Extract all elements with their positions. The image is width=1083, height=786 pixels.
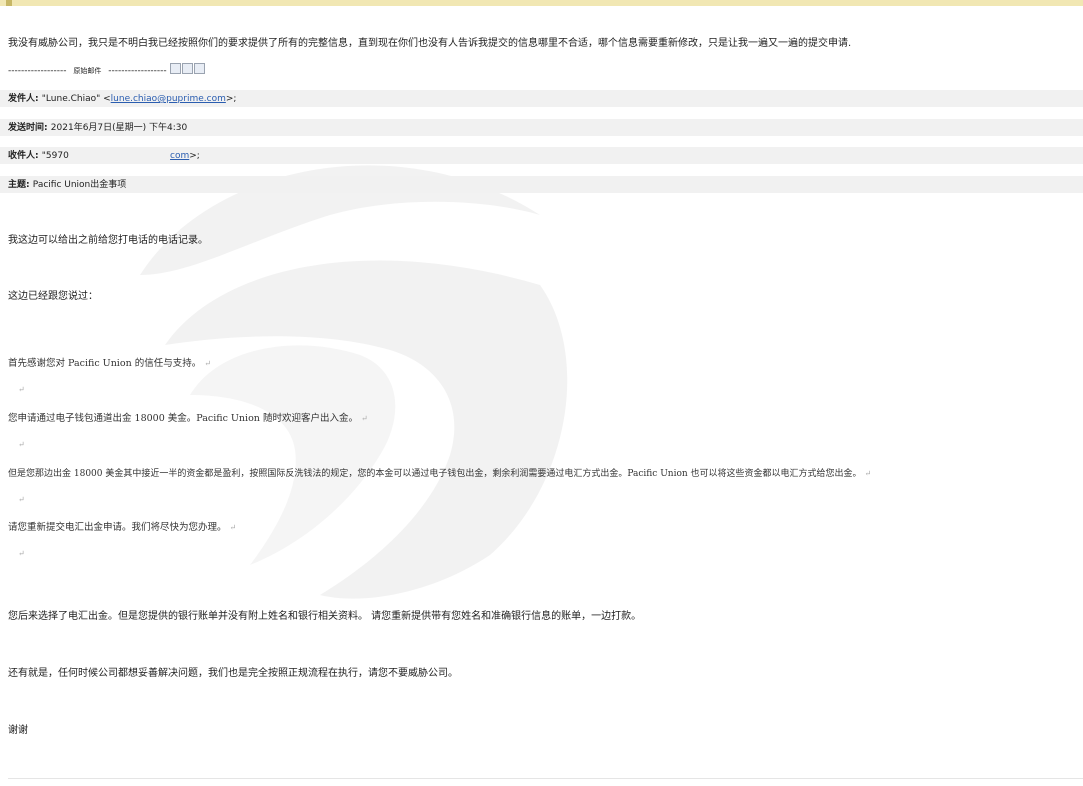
paragraph-mark-icon: ↵	[18, 385, 25, 394]
email-view: 我没有威胁公司，我只是不明白我已经按照你们的要求提供了所有的完整信息，直到现在你…	[0, 0, 1083, 786]
quoted-paragraph-2: 您申请通过电子钱包通道出金 18000 美金。Pacific Union 随时欢…	[8, 412, 368, 426]
paragraph-mark-icon: ↵	[204, 359, 211, 368]
quoted-text-3: 但是您那边出金 18000 美金其中接近一半的资金都是盈利，按照国际反洗钱法的规…	[8, 469, 862, 479]
body-paragraph-3: 您后来选择了电汇出金。但是您提供的银行账单并没有附上姓名和银行相关资料。 请您重…	[8, 611, 642, 622]
paragraph-mark-icon: ↵	[18, 440, 25, 449]
quoted-paragraph-1: 首先感谢您对 Pacific Union 的信任与支持。 ↵	[8, 357, 211, 371]
image-placeholder-icon	[193, 63, 205, 74]
from-email-link[interactable]: lune.chiao@puprime.com	[111, 94, 226, 104]
watermark-logo-icon	[140, 165, 568, 599]
to-email-link[interactable]: com	[170, 151, 189, 161]
paragraph-mark-icon: ↵	[18, 549, 25, 558]
from-name: "Lune.Chiao" <	[41, 94, 111, 104]
to-label: 收件人:	[8, 151, 39, 161]
body-paragraph-1: 我这边可以给出之前给您打电话的电话记录。	[8, 235, 208, 246]
sent-label: 发送时间:	[8, 123, 48, 133]
subject-row-bg	[0, 176, 1083, 193]
quoted-text-1: 首先感谢您对 Pacific Union 的信任与支持。	[8, 358, 202, 369]
to-row: 收件人: "5970 com>;	[8, 149, 200, 163]
sent-value: 2021年6月7日(星期一) 下午4:30	[50, 123, 188, 133]
quoted-paragraph-4: 请您重新提交电汇出金申请。我们将尽快为您办理。 ↵	[8, 521, 236, 535]
divider-label: 原始邮件	[73, 67, 102, 75]
original-message-divider: ------------------ 原始邮件 ----------------…	[8, 63, 206, 78]
subject-value: Pacific Union出金事项	[32, 180, 127, 190]
divider-left: ------------------	[8, 66, 67, 76]
divider-right: ------------------	[108, 66, 167, 76]
to-close: >;	[189, 151, 200, 161]
from-close: >;	[225, 94, 237, 104]
bottom-divider	[8, 778, 1083, 779]
sent-row: 发送时间: 2021年6月7日(星期一) 下午4:30	[8, 121, 187, 135]
quoted-paragraph-3: 但是您那边出金 18000 美金其中接近一半的资金都是盈利，按照国际反洗钱法的规…	[8, 467, 871, 481]
image-placeholder-icon	[181, 63, 193, 74]
body-paragraph-5: 谢谢	[8, 725, 28, 736]
top-bar	[0, 0, 1083, 6]
reply-text: 我没有威胁公司，我只是不明白我已经按照你们的要求提供了所有的完整信息，直到现在你…	[8, 38, 852, 49]
quoted-text-2: 您申请通过电子钱包通道出金 18000 美金。Pacific Union 随时欢…	[8, 413, 358, 424]
paragraph-mark-icon: ↵	[18, 495, 25, 504]
paragraph-mark-icon: ↵	[229, 523, 237, 532]
subject-row: 主题: Pacific Union出金事项	[8, 178, 126, 192]
from-label: 发件人:	[8, 94, 39, 104]
paragraph-mark-icon: ↵	[360, 414, 368, 423]
from-row: 发件人: "Lune.Chiao" <lune.chiao@puprime.co…	[8, 92, 236, 106]
top-bar-accent	[6, 0, 12, 6]
quoted-text-4: 请您重新提交电汇出金申请。我们将尽快为您办理。	[8, 522, 227, 533]
to-value-start: "5970	[41, 151, 69, 161]
paragraph-mark-icon: ↵	[864, 469, 872, 478]
subject-label: 主题:	[8, 180, 30, 190]
body-paragraph-2: 这边已经跟您说过：	[8, 291, 98, 302]
body-paragraph-4: 还有就是，任何时候公司都想妥善解决问题，我们也是完全按照正规流程在执行，请您不要…	[8, 668, 458, 679]
image-placeholder-icon	[169, 63, 181, 74]
